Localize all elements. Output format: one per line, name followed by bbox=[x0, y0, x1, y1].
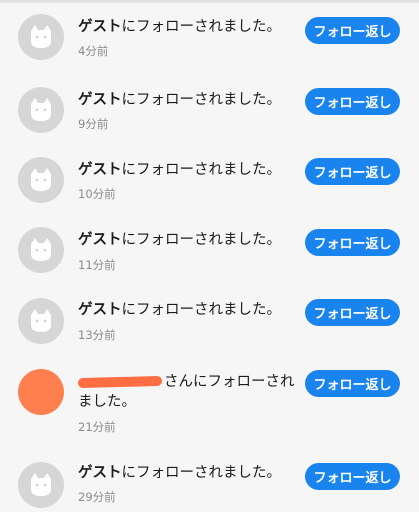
guest-avatar[interactable] bbox=[18, 14, 64, 60]
guest-avatar[interactable] bbox=[18, 462, 64, 508]
guest-avatar[interactable] bbox=[18, 298, 64, 344]
follower-name[interactable]: ゲスト bbox=[78, 465, 122, 481]
follower-name[interactable]: ゲスト bbox=[78, 232, 122, 248]
notification-message: にフォローされました。 bbox=[121, 92, 282, 108]
timestamp: 21分前 bbox=[78, 420, 116, 434]
guest-avatar[interactable] bbox=[18, 227, 64, 273]
follower-name[interactable]: ゲスト bbox=[78, 19, 122, 35]
guest-avatar[interactable] bbox=[18, 87, 64, 133]
follower-name[interactable]: ゲスト bbox=[78, 302, 122, 318]
follow-back-button[interactable]: フォロー返し bbox=[305, 299, 400, 326]
follow-back-button[interactable]: フォロー返し bbox=[305, 229, 400, 256]
top-divider bbox=[0, 0, 419, 3]
timestamp: 10分前 bbox=[78, 187, 116, 201]
cat-placeholder-icon bbox=[31, 473, 51, 496]
cat-placeholder-icon bbox=[31, 25, 51, 48]
timestamp: 4分前 bbox=[78, 44, 109, 58]
follow-back-button[interactable]: フォロー返し bbox=[305, 158, 400, 185]
notification-list: ゲストにフォローされました。 4分前 フォロー返し ゲストにフォローされました。… bbox=[0, 0, 419, 512]
follow-back-button[interactable]: フォロー返し bbox=[305, 463, 400, 490]
follower-name[interactable]: ゲスト bbox=[78, 92, 122, 108]
follow-back-button[interactable]: フォロー返し bbox=[305, 17, 400, 44]
follow-back-button[interactable]: フォロー返し bbox=[305, 370, 400, 397]
notification-text: ゲストにフォローされました。 bbox=[78, 230, 281, 250]
notification-message: にフォローされました。 bbox=[121, 232, 282, 248]
timestamp: 29分前 bbox=[78, 490, 116, 504]
timestamp: 9分前 bbox=[78, 117, 109, 131]
notification-text: ゲストにフォローされました。 bbox=[78, 160, 281, 180]
notification-text: ゲストにフォローされました。 bbox=[78, 463, 281, 483]
notification-message: にフォローされました。 bbox=[121, 162, 282, 178]
follower-name[interactable]: ゲスト bbox=[78, 162, 122, 178]
timestamp: 13分前 bbox=[78, 328, 116, 342]
cat-placeholder-icon bbox=[31, 238, 51, 261]
notification-text: ゲストにフォローされました。 bbox=[78, 90, 281, 110]
notification-message: にフォローされました。 bbox=[121, 465, 282, 481]
timestamp: 11分前 bbox=[78, 258, 116, 272]
redacted-username bbox=[77, 375, 163, 389]
notification-message: にフォローされました。 bbox=[121, 302, 282, 318]
cat-placeholder-icon bbox=[31, 98, 51, 121]
notification-message: にフォローされました。 bbox=[121, 19, 282, 35]
cat-placeholder-icon bbox=[31, 309, 51, 332]
cat-placeholder-icon bbox=[31, 168, 51, 191]
notification-text: さんにフォローされました。 bbox=[77, 372, 300, 412]
notification-text: ゲストにフォローされました。 bbox=[78, 300, 281, 320]
follow-back-button[interactable]: フォロー返し bbox=[305, 88, 400, 115]
guest-avatar[interactable] bbox=[18, 157, 64, 203]
user-avatar[interactable] bbox=[18, 369, 64, 415]
notification-text: ゲストにフォローされました。 bbox=[78, 17, 281, 37]
